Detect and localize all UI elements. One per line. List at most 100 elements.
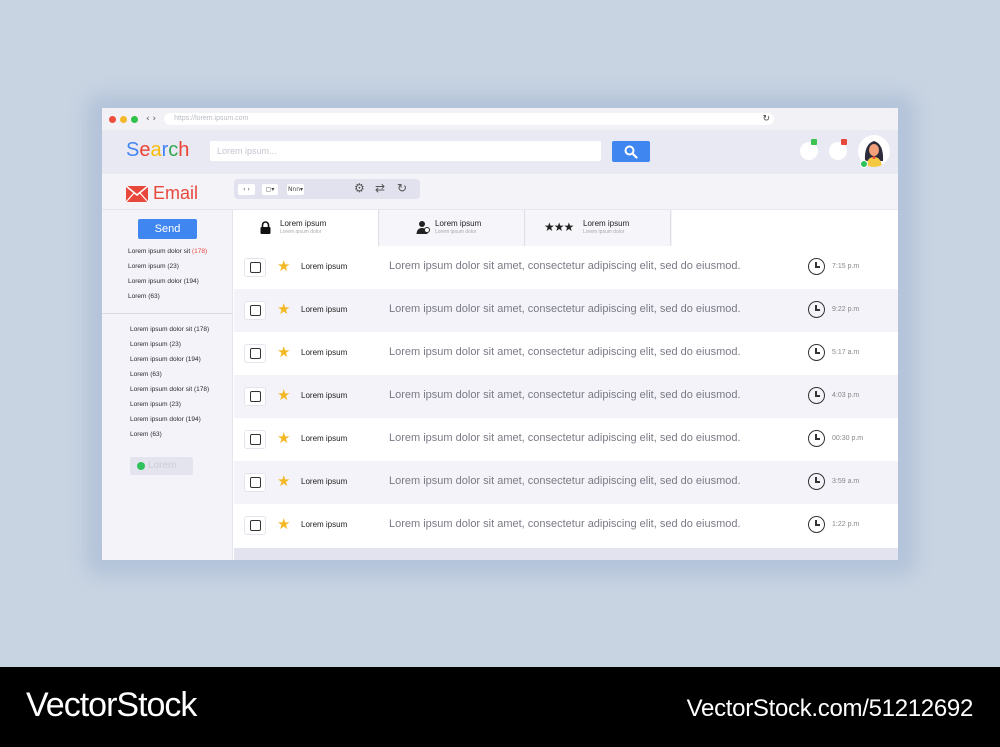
online-status-dot	[860, 160, 868, 168]
email-time: 00:30 p.m	[832, 435, 864, 442]
envelope-icon	[126, 185, 148, 202]
email-sender: Lorem ipsum	[301, 305, 348, 314]
email-time: 1:22 p.m	[832, 521, 860, 528]
sidebar-item[interactable]: Lorem ipsum dolor (194)	[130, 416, 201, 423]
tab-social[interactable]: Lorem ipsum Lorem ipsum dolor	[380, 210, 525, 246]
email-sender: Lorem ipsum	[301, 520, 348, 529]
notifications-button[interactable]	[800, 139, 818, 160]
lock-icon	[260, 221, 271, 234]
row-checkbox[interactable]	[244, 430, 266, 449]
send-button[interactable]: Send	[138, 219, 197, 239]
email-row[interactable]: ★ Lorem ipsum Lorem ipsum dolor sit amet, …	[234, 504, 898, 547]
watermark-brand: VectorStock	[26, 686, 197, 724]
three-stars-icon: ★★★	[544, 220, 574, 234]
browser-window: ‹ › https://lorem.ipsum.com ↻ Search Lor…	[102, 108, 898, 560]
email-preview: Lorem ipsum dolor sit amet, consectetur …	[389, 346, 741, 358]
row-checkbox[interactable]	[244, 258, 266, 277]
logo-letter: a	[150, 139, 162, 161]
row-checkbox[interactable]	[244, 387, 266, 406]
sidebar-item[interactable]: Lorem ipsum (23)	[130, 341, 181, 348]
email-preview: Lorem ipsum dolor sit amet, consectetur …	[389, 475, 741, 487]
tab-label: Lorem ipsum	[280, 219, 327, 228]
tab-promotions[interactable]: ★★★ Lorem ipsum Lorem ipsum dolor	[526, 210, 671, 246]
star-icon[interactable]: ★	[277, 429, 290, 447]
watermark-credit: VectorStock.com/51212692	[686, 695, 974, 722]
email-preview: Lorem ipsum dolor sit amet, consectetur …	[389, 518, 741, 530]
reload-icon[interactable]: ↻	[763, 113, 771, 125]
star-icon[interactable]: ★	[277, 300, 290, 318]
email-row[interactable]: ★ Lorem ipsum Lorem ipsum dolor sit amet, …	[234, 289, 898, 332]
email-row[interactable]: ★ Lorem ipsum Lorem ipsum dolor sit amet, …	[234, 461, 898, 504]
app-header: Search Lorem ipsum...	[102, 130, 898, 174]
row-checkbox[interactable]	[244, 473, 266, 492]
settings-gear-icon[interactable]: ⚙	[354, 181, 365, 195]
star-icon[interactable]: ★	[277, 257, 290, 275]
mail-tabs: Lorem ipsum Lorem ipsum dolor Lorem ipsu…	[234, 210, 898, 246]
refresh-icon[interactable]: ↻	[397, 181, 407, 195]
swap-arrows-icon[interactable]: ⇄	[375, 181, 385, 195]
sidebar-item[interactable]: Lorem (63)	[128, 293, 160, 300]
email-title: Email	[126, 183, 198, 204]
sidebar-item[interactable]: Lorem ipsum dolor (194)	[130, 356, 201, 363]
status-label: Lorem	[148, 460, 177, 471]
email-row[interactable]: ★ Lorem ipsum Lorem ipsum dolor sit amet, …	[234, 332, 898, 375]
minimize-dot[interactable]	[120, 115, 127, 123]
star-icon[interactable]: ★	[277, 386, 290, 404]
address-bar[interactable]: https://lorem.ipsum.com ↻	[164, 113, 775, 125]
clock-icon	[808, 344, 825, 361]
star-icon[interactable]: ★	[277, 515, 290, 533]
tab-sublabel: Lorem ipsum dolor	[280, 229, 322, 235]
email-sender: Lorem ipsum	[301, 434, 348, 443]
sidebar-item[interactable]: Lorem (63)	[130, 371, 162, 378]
sidebar-item-count: (178)	[191, 248, 208, 255]
menu-dropdown[interactable]: Nnn▾	[287, 184, 304, 195]
sidebar-item[interactable]: Lorem ipsum dolor (194)	[128, 278, 199, 285]
sidebar-divider	[102, 313, 233, 314]
email-time: 7:15 p.m	[832, 263, 860, 270]
tab-label: Lorem ipsum	[435, 219, 482, 228]
search-input[interactable]: Lorem ipsum...	[210, 141, 601, 161]
clock-icon	[808, 430, 825, 447]
sidebar-item[interactable]: Lorem ipsum dolor sit (178)	[130, 326, 209, 333]
sidebar-item[interactable]: Lorem ipsum dolor sit (178)	[130, 386, 209, 393]
email-sender: Lorem ipsum	[301, 262, 348, 271]
sidebar-item[interactable]: Lorem ipsum dolor sit (178)	[128, 248, 207, 255]
maximize-dot[interactable]	[131, 115, 138, 123]
clock-icon	[808, 258, 825, 275]
email-time: 4:03 p.m	[832, 392, 860, 399]
messages-button[interactable]	[829, 139, 847, 160]
email-row[interactable]: ★ Lorem ipsum Lorem ipsum dolor sit amet, …	[234, 246, 898, 289]
email-time: 9:22 p.m	[832, 306, 860, 313]
clock-icon	[808, 387, 825, 404]
select-button[interactable]: ▢▾	[262, 184, 278, 195]
row-checkbox[interactable]	[244, 516, 266, 535]
close-dot[interactable]	[109, 115, 116, 123]
list-footer	[234, 548, 898, 560]
tab-sublabel: Lorem ipsum dolor	[583, 229, 625, 235]
email-preview: Lorem ipsum dolor sit amet, consectetur …	[389, 260, 741, 272]
logo-letter: c	[168, 139, 179, 161]
logo-letter: S	[126, 139, 140, 161]
sidebar-item-label: Lorem ipsum dolor sit	[128, 248, 191, 255]
sidebar-item[interactable]: Lorem ipsum (23)	[130, 401, 181, 408]
email-list: ★ Lorem ipsum Lorem ipsum dolor sit amet, …	[234, 246, 898, 550]
search-logo: Search	[126, 139, 189, 162]
sidebar-item[interactable]: Lorem (63)	[130, 431, 162, 438]
search-button[interactable]	[612, 141, 650, 162]
mail-header: Email ‹ › ▢▾ Nnn▾ ⚙ ⇄ ↻	[102, 174, 898, 210]
email-row[interactable]: ★ Lorem ipsum Lorem ipsum dolor sit amet, …	[234, 418, 898, 461]
star-icon[interactable]: ★	[277, 472, 290, 490]
sidebar-item[interactable]: Lorem ipsum (23)	[128, 263, 179, 270]
clock-icon	[808, 301, 825, 318]
tab-empty	[672, 210, 898, 246]
row-checkbox[interactable]	[244, 301, 266, 320]
tab-primary[interactable]: Lorem ipsum Lorem ipsum dolor	[234, 210, 379, 246]
row-checkbox[interactable]	[244, 344, 266, 363]
code-button[interactable]: ‹ ›	[238, 184, 255, 195]
logo-letter: e	[139, 139, 151, 161]
status-indicator[interactable]: Lorem	[130, 457, 193, 475]
nav-arrows-icon[interactable]: ‹ ›	[146, 114, 156, 124]
star-icon[interactable]: ★	[277, 343, 290, 361]
browser-chrome: ‹ › https://lorem.ipsum.com ↻	[102, 108, 898, 130]
email-row[interactable]: ★ Lorem ipsum Lorem ipsum dolor sit amet, …	[234, 375, 898, 418]
